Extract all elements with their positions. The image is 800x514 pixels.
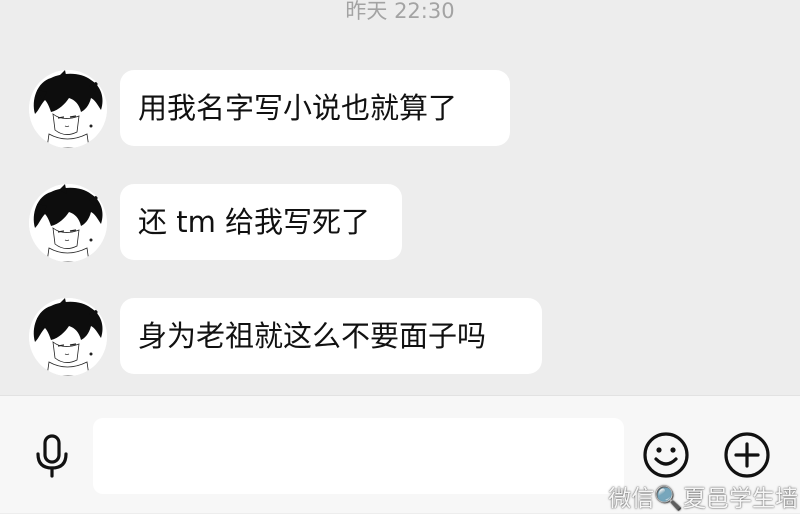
message-input[interactable]: [93, 418, 624, 494]
message-row: 用我名字写小说也就算了: [0, 70, 800, 148]
avatar-image: [29, 70, 107, 148]
watermark: 微信🔍夏邑学生墙: [608, 486, 798, 512]
message-bubble[interactable]: 还 tm 给我写死了: [120, 184, 402, 260]
avatar[interactable]: [29, 298, 107, 376]
avatar[interactable]: [29, 184, 107, 262]
more-options-button[interactable]: [722, 430, 772, 480]
message-bubble[interactable]: 用我名字写小说也就算了: [120, 70, 510, 146]
message-row: 身为老祖就这么不要面子吗: [0, 298, 800, 376]
chat-area: 昨天 22:30 用我名字写小说也就算了 还 tm 给我写死了 身为老祖就这么不…: [0, 0, 800, 395]
microphone-icon: [36, 434, 68, 478]
voice-input-button[interactable]: [26, 430, 78, 482]
avatar-image: [29, 184, 107, 262]
plus-circle-icon: [724, 432, 770, 478]
avatar[interactable]: [29, 70, 107, 148]
message-row: 还 tm 给我写死了: [0, 184, 800, 262]
message-bubble[interactable]: 身为老祖就这么不要面子吗: [120, 298, 542, 374]
smiley-icon: [643, 432, 689, 478]
message-timestamp: 昨天 22:30: [345, 0, 455, 23]
emoji-button[interactable]: [641, 430, 691, 480]
avatar-image: [29, 298, 107, 376]
